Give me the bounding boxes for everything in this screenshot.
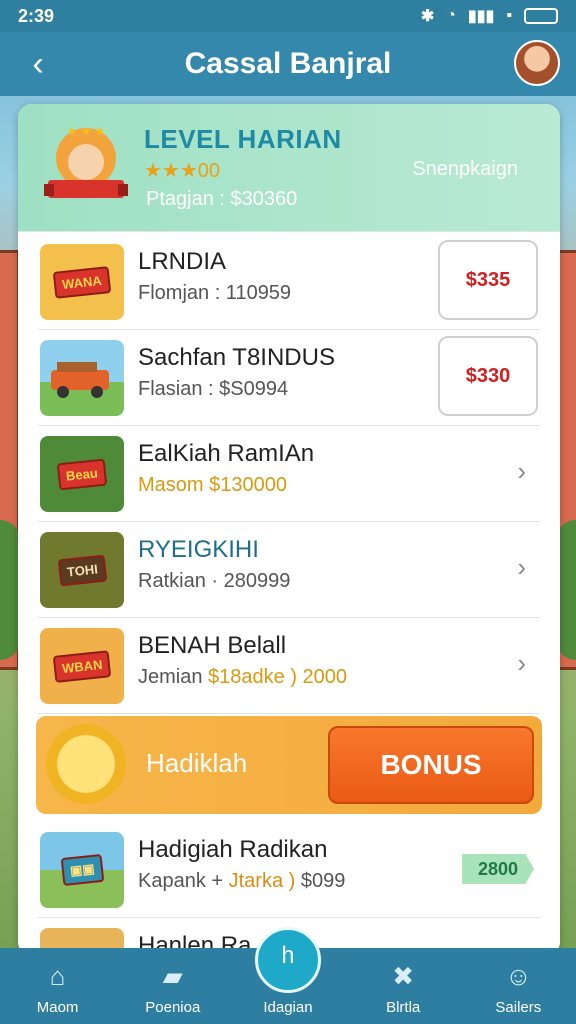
status-icons: ✱ ◔ ▮▮▮ ▪ — [421, 6, 558, 26]
nav-folder[interactable]: ▰ Poenioa — [123, 959, 223, 1017]
item-title: LRNDIA — [138, 248, 227, 275]
bonus-label: Hadiklah — [146, 748, 248, 778]
page-title: Cassal Banjral — [184, 47, 392, 80]
app-header: ‹ Cassal Banjral — [0, 32, 576, 96]
list-item[interactable]: Sachfan T8INDUS Flasian : $S0994 $330 — [38, 330, 540, 426]
signal-icon: ▮▮▮ — [467, 8, 495, 25]
banner-link[interactable]: Snenpkaign — [412, 158, 518, 181]
bottom-navigation: ⌂ Maom ▰ Poenioa ʰ Idagian ✖ Blrtla ☺ Sa… — [0, 927, 576, 1024]
item-title: EalKiah RamIAn — [138, 440, 315, 467]
item-tag: TOHI — [57, 554, 107, 586]
item-subtitle: Jemian $18adke ) 2000 — [138, 666, 347, 689]
nav-label: Poenioa — [145, 999, 201, 1016]
item-subtitle-label: Kapank + — [138, 870, 229, 892]
svg-text:★ ★ ★: ★ ★ ★ — [67, 124, 106, 138]
list-item[interactable]: Beau EalKiah RamIAn Masom $130000 › — [38, 426, 540, 522]
status-bar: 2:39 ✱ ◔ ▮▮▮ ▪ — [0, 0, 576, 32]
daily-level-banner[interactable]: ★ ★ ★ LEVEL HARIAN ★★★00 Ptagjan : $3036… — [18, 104, 560, 232]
nav-label: Blrtla — [386, 999, 421, 1016]
item-subtitle-value: $18adke ) 2000 — [208, 666, 348, 688]
item-title: BENAH Belall — [138, 632, 287, 659]
folder-icon: ▰ — [162, 960, 183, 991]
list-item[interactable]: ▣▣ Hadigiah Radikan Kapank + Jtarka ) $0… — [38, 822, 540, 918]
item-subtitle: Masom $130000 — [138, 474, 287, 496]
battery-icon — [524, 8, 558, 24]
item-subtitle: Kapank + Jtarka ) $099 — [138, 870, 345, 893]
item-thumbnail: WBAN — [40, 628, 124, 704]
nav-tools[interactable]: ✖ Blrtla — [353, 959, 453, 1017]
main-card: ★ ★ ★ LEVEL HARIAN ★★★00 Ptagjan : $3036… — [18, 104, 560, 956]
star-rating: ★★★00 — [144, 160, 221, 182]
item-tag: WBAN — [52, 649, 112, 683]
item-tag: WANA — [52, 265, 112, 299]
back-button[interactable]: ‹ — [20, 46, 56, 82]
wifi-icon: ◔ — [446, 7, 456, 24]
bluetooth-icon: ✱ — [420, 8, 435, 25]
item-title: Hadigiah Radikan — [138, 836, 328, 863]
background-bush-left — [0, 520, 20, 660]
chevron-right-icon: › — [517, 552, 526, 582]
tools-icon: ✖ — [392, 960, 415, 991]
item-title: Sachfan T8INDUS — [138, 344, 335, 371]
item-thumbnail: Beau — [40, 436, 124, 512]
status-time: 2:39 — [18, 5, 55, 26]
item-thumbnail — [40, 340, 124, 416]
profile-icon: ☺ — [505, 960, 532, 991]
banner-subtitle: Ptagjan : $30360 — [146, 188, 298, 210]
nav-home[interactable]: ⌂ Maom — [8, 959, 108, 1017]
reward-badge: 2800 — [462, 854, 534, 884]
item-subtitle: Flasian : $S0994 — [138, 378, 289, 400]
item-title: RYEIGKIHI — [138, 536, 259, 563]
item-tag: Beau — [56, 458, 108, 490]
item-thumbnail: WANA — [40, 244, 124, 320]
bonus-banner: Hadiklah BONUS — [36, 716, 542, 814]
item-thumbnail: ▣▣ — [40, 832, 124, 908]
banner-title: LEVEL HARIAN — [144, 124, 342, 154]
bonus-button[interactable]: BONUS — [328, 726, 534, 804]
item-thumbnail: TOHI — [40, 532, 124, 608]
price-button[interactable]: $335 — [438, 240, 538, 320]
sun-coin-icon — [46, 724, 126, 804]
item-subtitle: Flomjan : 110959 — [138, 282, 292, 304]
list-item[interactable]: WBAN BENAH Belall Jemian $18adke ) 2000 … — [38, 618, 540, 714]
item-subtitle-value: $099 — [295, 870, 346, 892]
chevron-left-icon: ‹ — [32, 45, 44, 83]
nav-label: Idagian — [263, 999, 313, 1016]
item-subtitle-label: Jemian — [138, 666, 209, 688]
nav-label: Sailers — [495, 999, 542, 1016]
reward-chest-icon: ▣▣ — [60, 853, 104, 887]
chevron-right-icon: › — [517, 648, 526, 678]
truck-icon — [51, 362, 109, 398]
chevron-right-icon: › — [517, 456, 526, 486]
sim-icon: ▪ — [506, 7, 512, 24]
nav-profile[interactable]: ☺ Sailers — [468, 959, 568, 1017]
price-button[interactable]: $330 — [438, 336, 538, 416]
character-badge-icon: ★ ★ ★ — [44, 124, 128, 198]
home-icon: ⌂ — [49, 960, 66, 991]
item-subtitle-highlight: Jtarka ) — [228, 870, 296, 892]
nav-center[interactable]: ʰ Idagian — [238, 927, 338, 1016]
item-subtitle: Ratkian · 280999 — [138, 570, 291, 592]
avatar[interactable] — [514, 40, 560, 86]
list-item[interactable]: TOHI RYEIGKIHI Ratkian · 280999 › — [38, 522, 540, 618]
center-action-icon: ʰ — [254, 927, 321, 993]
list-item[interactable]: WANA LRNDIA Flomjan : 110959 $335 — [38, 234, 540, 330]
nav-label: Maom — [36, 999, 79, 1016]
